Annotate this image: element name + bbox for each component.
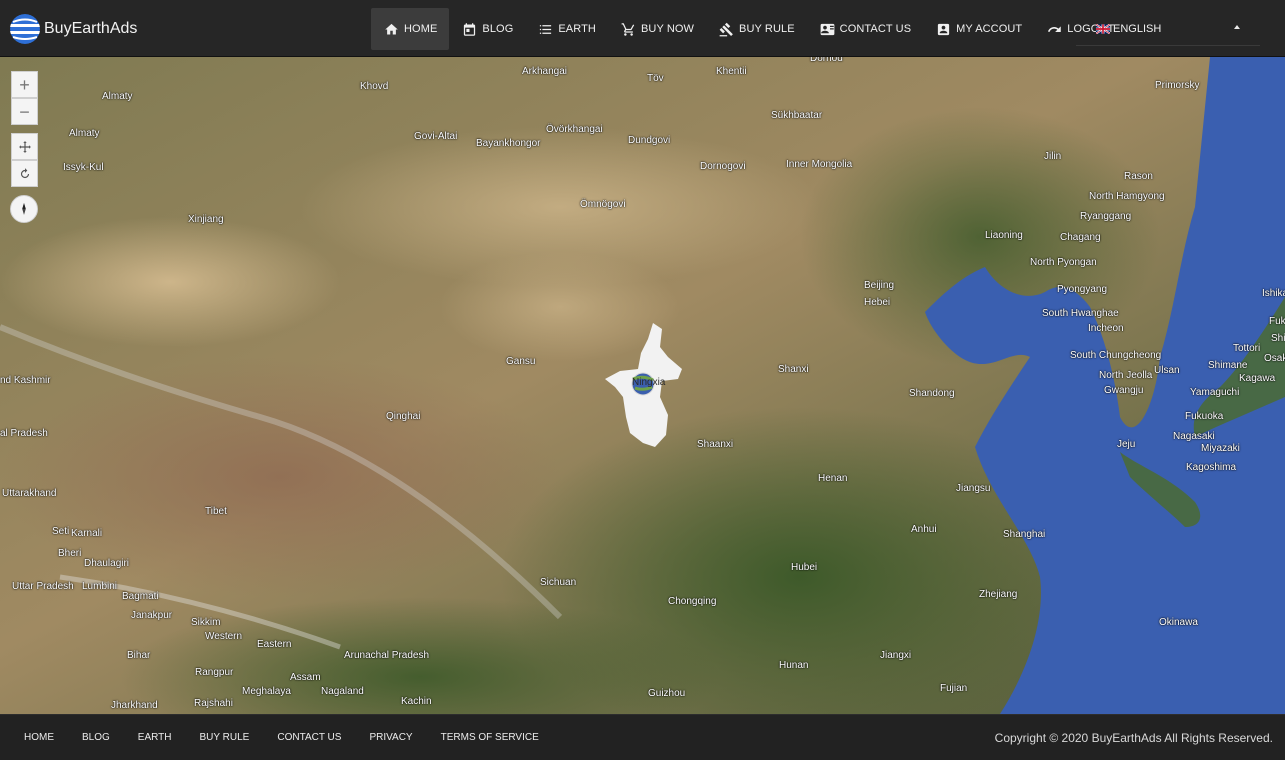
brand[interactable]: BuyEarthAds	[10, 13, 137, 45]
nav-blog-label: BLOG	[482, 23, 514, 35]
satellite-map[interactable]: Arkhangai Töv Khentii Dornod Primorsky A…	[0, 57, 1285, 714]
home-icon	[385, 23, 398, 34]
copyright-text: Copyright © 2020 BuyEarthAds All Rights …	[994, 731, 1273, 745]
footer-link-home[interactable]: HOME	[24, 732, 54, 743]
list-icon	[540, 24, 552, 34]
nav-buy-now-label: BUY NOW	[640, 23, 695, 35]
nav-home[interactable]: HOME	[371, 8, 450, 50]
nav-my-account[interactable]: MY ACCOUT	[923, 8, 1034, 50]
footer-link-earth[interactable]: EARTH	[138, 732, 172, 743]
compass-icon	[22, 203, 26, 215]
zoom-in-button[interactable]: +	[11, 71, 38, 98]
gavel-icon	[719, 22, 733, 36]
nav-buy-rule[interactable]: BUY RULE	[706, 8, 807, 50]
contact-card-icon	[820, 23, 835, 35]
globe-logo-icon	[10, 14, 40, 44]
rotate-icon	[20, 167, 29, 178]
nav-earth-label: EARTH	[558, 23, 596, 35]
pan-button[interactable]	[11, 133, 38, 160]
calendar-icon	[464, 22, 476, 36]
footer-link-blog[interactable]: BLOG	[82, 732, 110, 743]
move-arrows-icon	[18, 140, 31, 153]
top-navbar: BuyEarthAds HOME BLOG EARTH BUY NOW BUY …	[0, 0, 1285, 57]
map-terrain	[0, 57, 1285, 714]
zoom-in-label: +	[19, 74, 30, 95]
footer-link-terms[interactable]: TERMS OF SERVICE	[441, 732, 539, 743]
nav-earth[interactable]: EARTH	[525, 8, 608, 50]
nav-buy-rule-label: BUY RULE	[739, 23, 795, 35]
language-select[interactable]: ENGLISH	[1076, 12, 1260, 46]
app-root: BuyEarthAds HOME BLOG EARTH BUY NOW BUY …	[0, 0, 1285, 760]
brand-name: BuyEarthAds	[44, 20, 138, 37]
footer: HOME BLOG EARTH BUY RULE CONTACT US PRIV…	[0, 714, 1285, 760]
zoom-out-button[interactable]: −	[11, 98, 38, 125]
uk-flag-icon	[1096, 23, 1110, 34]
caret-up-icon	[1234, 25, 1240, 29]
nav-contact-us-label: CONTACT US	[839, 23, 912, 35]
account-box-icon	[938, 23, 950, 35]
nav-blog[interactable]: BLOG	[449, 8, 525, 50]
footer-nav: HOME BLOG EARTH BUY RULE CONTACT US PRIV…	[24, 732, 567, 743]
zoom-out-label: −	[19, 101, 30, 122]
nav-home-label: HOME	[404, 23, 438, 35]
nav-buy-now[interactable]: BUY NOW	[608, 8, 706, 50]
footer-link-privacy[interactable]: PRIVACY	[369, 732, 412, 743]
footer-link-buy-rule[interactable]: BUY RULE	[200, 732, 250, 743]
compass-button[interactable]	[10, 195, 38, 223]
cart-icon	[621, 22, 635, 36]
redo-arrow-icon	[1048, 25, 1062, 32]
nav-contact-us[interactable]: CONTACT US	[807, 8, 924, 50]
language-label: ENGLISH	[1113, 22, 1162, 35]
rotate-button[interactable]	[11, 160, 38, 187]
main-nav: HOME BLOG EARTH BUY NOW BUY RULE CONTACT…	[371, 8, 1126, 50]
footer-link-contact-us[interactable]: CONTACT US	[277, 732, 341, 743]
nav-my-account-label: MY ACCOUT	[956, 23, 1023, 35]
